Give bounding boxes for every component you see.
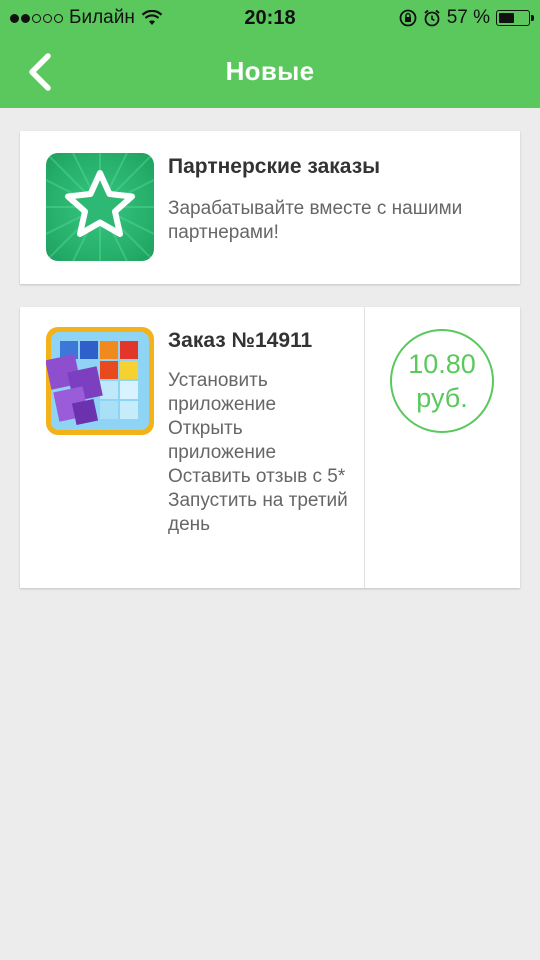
order-task-list: Установить приложение Открыть приложение… xyxy=(168,369,348,537)
price-amount: 10.80 xyxy=(408,349,476,379)
alarm-icon xyxy=(424,9,440,27)
battery-level-fill xyxy=(499,13,514,23)
order-card[interactable]: Заказ №14911 Установить приложение Откры… xyxy=(20,307,520,588)
battery-percent: 57 % xyxy=(446,7,490,28)
task-open: Открыть приложение xyxy=(168,418,277,463)
order-title: Заказ №14911 xyxy=(168,329,313,352)
task-install: Установить приложение xyxy=(168,370,277,415)
partner-orders-subtitle: Зарабатывайте вместе с нашими партнерами… xyxy=(168,198,463,243)
price-currency: руб. xyxy=(416,383,468,413)
task-review: Оставить отзыв с 5* xyxy=(168,466,346,487)
status-bar: Билайн 20:18 57 % xyxy=(0,0,540,36)
price-badge: 10.80 руб. xyxy=(390,329,494,433)
star-icon xyxy=(46,153,154,261)
task-launch-day-three: Запустить на третий день xyxy=(168,490,348,535)
signal-strength-icon xyxy=(10,13,63,23)
card-divider xyxy=(364,307,365,588)
status-right: 57 % xyxy=(399,7,534,29)
game-app-icon xyxy=(46,327,154,435)
carrier-info: Билайн xyxy=(10,7,163,29)
battery-icon xyxy=(496,10,534,26)
rotation-lock-icon xyxy=(399,9,417,27)
carrier-name: Билайн xyxy=(69,7,135,28)
app-header: Билайн 20:18 57 % Новые xyxy=(0,0,540,108)
partner-orders-card[interactable]: Партнерские заказы Зарабатывайте вместе … xyxy=(20,131,520,284)
wifi-icon xyxy=(141,10,163,25)
page-title: Новые xyxy=(225,56,315,86)
partner-orders-title: Партнерские заказы xyxy=(168,155,381,178)
